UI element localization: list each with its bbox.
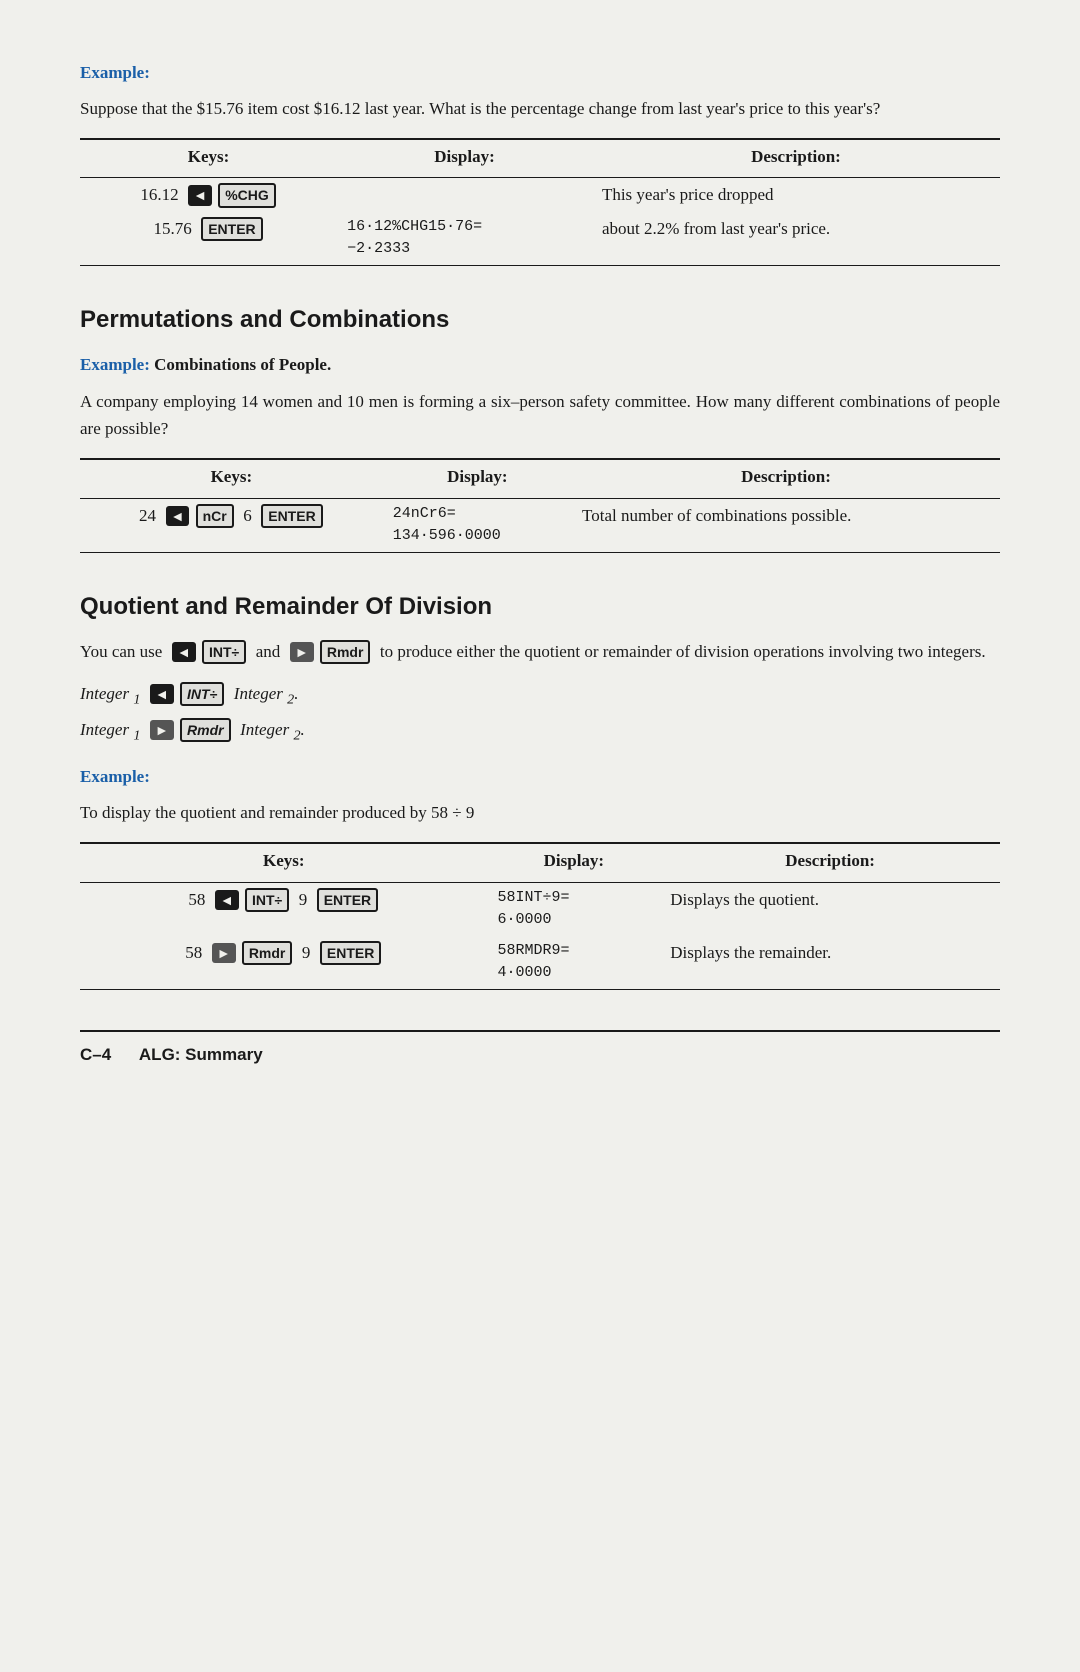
right-shift-key-1: ►: [290, 642, 314, 662]
col-header-desc-3: Description:: [660, 843, 1000, 882]
table-row: 58 ► Rmdr 9 ENTER 58RMDR9= 4·0000 Displa…: [80, 936, 1000, 990]
display-combinations-1: 24nCr6=: [393, 505, 456, 522]
rmdr-key-3: Rmdr: [242, 941, 293, 965]
right-shift-key-3: ►: [212, 943, 236, 963]
table-row: 58 ◄ INT÷ 9 ENTER 58INT÷9= 6·0000 Displa…: [80, 882, 1000, 936]
table-row: 15.76 ENTER 16·12%CHG15·76= −2·2333 abou…: [80, 212, 1000, 266]
example-subheading-text: Combinations of People.: [154, 355, 331, 374]
right-shift-key-2: ►: [150, 720, 174, 740]
display-cell: [337, 178, 592, 212]
display-line1: 16·12%CHG15·76=: [347, 218, 482, 235]
example-subheading-2: Example: Combinations of People.: [80, 352, 1000, 378]
rmdr-key-2: Rmdr: [180, 718, 231, 742]
display-line2: −2·2333: [347, 240, 410, 257]
display-cell: 58RMDR9= 4·0000: [488, 936, 661, 990]
col-header-keys-1: Keys:: [80, 139, 337, 178]
example-label-1: Example:: [80, 60, 1000, 86]
col-header-keys-3: Keys:: [80, 843, 488, 882]
col-header-display-3: Display:: [488, 843, 661, 882]
intdiv-key-3: INT÷: [245, 888, 289, 912]
keys-cell: 15.76 ENTER: [80, 212, 337, 266]
display-rmdr-1: 58RMDR9=: [498, 942, 570, 959]
formula-1: Integer 1 ◄ INT÷ Integer 2.: [80, 681, 1000, 711]
left-shift-key-2: ◄: [166, 506, 190, 526]
section-pct-change: Example: Suppose that the $15.76 item co…: [80, 60, 1000, 266]
body-text-4: To display the quotient and remainder pr…: [80, 800, 1000, 826]
enter-key-4: ENTER: [320, 941, 381, 965]
formula-2: Integer 1 ► Rmdr Integer 2.: [80, 717, 1000, 747]
section-quotient-remainder: Quotient and Remainder Of Division You c…: [80, 589, 1000, 990]
keys-cell: 24 ◄ nCr 6 ENTER: [80, 498, 383, 552]
desc-cell: about 2.2% from last year's price.: [592, 212, 1000, 266]
body-text-1: Suppose that the $15.76 item cost $16.12…: [80, 96, 1000, 122]
rmdr-key-1: Rmdr: [320, 640, 371, 664]
example-label-3: Example:: [80, 764, 1000, 790]
table-row: 16.12 ◄ %CHG This year's price dropped: [80, 178, 1000, 212]
desc-cell: Total number of combinations possible.: [572, 498, 1000, 552]
keys-cell: 16.12 ◄ %CHG: [80, 178, 337, 212]
left-shift-key: ◄: [188, 185, 212, 205]
enter-key-2: ENTER: [261, 504, 322, 528]
heading-permutations: Permutations and Combinations: [80, 302, 1000, 338]
section-permutations: Permutations and Combinations Example: C…: [80, 302, 1000, 553]
ncr-key: nCr: [196, 504, 234, 528]
enter-key: ENTER: [201, 217, 262, 241]
body-text-3: You can use ◄ INT÷ and ► Rmdr to produce…: [80, 639, 1000, 665]
display-cell: 16·12%CHG15·76= −2·2333: [337, 212, 592, 266]
display-cell: 24nCr6= 134·596·0000: [383, 498, 572, 552]
left-shift-key-5: ◄: [215, 890, 239, 910]
keys-cell: 58 ◄ INT÷ 9 ENTER: [80, 882, 488, 936]
desc-cell: Displays the quotient.: [660, 882, 1000, 936]
table-pct-change: Keys: Display: Description: 16.12 ◄ %CHG…: [80, 138, 1000, 266]
footer-page-ref: C–4: [80, 1045, 111, 1064]
col-header-display-2: Display:: [383, 459, 572, 498]
display-quotient-2: 6·0000: [498, 911, 552, 928]
display-rmdr-2: 4·0000: [498, 964, 552, 981]
table-row: 24 ◄ nCr 6 ENTER 24nCr6= 134·596·0000 To…: [80, 498, 1000, 552]
body-text-2: A company employing 14 women and 10 men …: [80, 389, 1000, 442]
display-quotient-1: 58INT÷9=: [498, 889, 570, 906]
left-shift-key-3: ◄: [172, 642, 196, 662]
keys-cell: 58 ► Rmdr 9 ENTER: [80, 936, 488, 990]
footer: C–4 ALG: Summary: [80, 1030, 1000, 1068]
col-header-desc-2: Description:: [572, 459, 1000, 498]
enter-key-3: ENTER: [317, 888, 378, 912]
col-header-desc-1: Description:: [592, 139, 1000, 178]
pchg-key: %CHG: [218, 183, 276, 207]
display-cell: 58INT÷9= 6·0000: [488, 882, 661, 936]
footer-title: ALG: Summary: [139, 1045, 263, 1064]
heading-quotient: Quotient and Remainder Of Division: [80, 589, 1000, 625]
col-header-display-1: Display:: [337, 139, 592, 178]
display-combinations-2: 134·596·0000: [393, 527, 501, 544]
table-quotient: Keys: Display: Description: 58 ◄ INT÷ 9 …: [80, 842, 1000, 990]
desc-cell: Displays the remainder.: [660, 936, 1000, 990]
intdiv-key-1: INT÷: [202, 640, 246, 664]
col-header-keys-2: Keys:: [80, 459, 383, 498]
left-shift-key-4: ◄: [150, 684, 174, 704]
table-combinations: Keys: Display: Description: 24 ◄ nCr 6 E…: [80, 458, 1000, 553]
example-label-2: Example:: [80, 355, 150, 374]
intdiv-key-2: INT÷: [180, 682, 224, 706]
desc-cell: This year's price dropped: [592, 178, 1000, 212]
